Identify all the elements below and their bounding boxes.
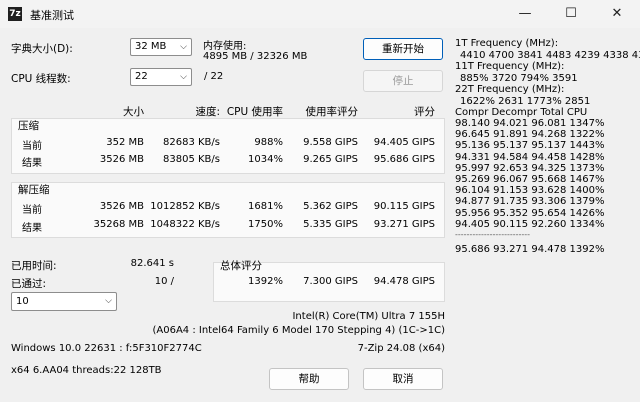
chevron-down-icon: ⌵	[180, 72, 187, 82]
results-table-header: Compr Decompr Total CPU	[455, 107, 588, 118]
decompress-current-speed: 1012852 KB/s	[150, 201, 220, 212]
compress-current-label: 当前	[22, 141, 42, 152]
results-table-summary: 95.686 93.271 94.478 1392%	[455, 244, 605, 255]
table-row: 98.140 94.021 96.081 1347%	[455, 118, 605, 129]
total-cpu: 1392%	[248, 276, 283, 287]
decompress-result-size: 35268 MB	[93, 219, 144, 230]
chevron-down-icon: ⌵	[105, 296, 112, 306]
compress-current-rating: 94.405 GIPS	[373, 137, 435, 148]
elapsed-value: 82.641 s	[130, 258, 174, 269]
total-rating-title: 总体评分	[220, 260, 262, 272]
freq-22t-label: 22T Frequency (MHz):	[455, 84, 565, 95]
total-rating: 94.478 GIPS	[373, 276, 435, 287]
table-row: 94.405 90.115 92.260 1334%	[455, 218, 605, 230]
header-usage-rating: 使用率评分	[305, 106, 359, 118]
freq-11t-label: 11T Frequency (MHz):	[455, 61, 565, 72]
passed-label: 已通过:	[11, 278, 47, 290]
dict-size-value: 32 MB	[135, 41, 167, 52]
dict-size-label: 字典大小(D):	[11, 43, 73, 55]
app-version: 7-Zip 24.08 (x64)	[357, 343, 445, 354]
table-row: 95.997 92.653 94.325 1373%	[455, 162, 605, 174]
cpu-threads-label: CPU 线程数:	[11, 73, 71, 85]
header-rating: 评分	[414, 106, 435, 118]
compress-current-size: 352 MB	[106, 137, 144, 148]
compress-result-size: 3526 MB	[99, 154, 144, 165]
chevron-down-icon: ⌵	[180, 42, 187, 52]
compress-result-speed: 83805 KB/s	[163, 154, 220, 165]
cpu-threads-select[interactable]: 22 ⌵	[130, 68, 192, 86]
compress-current-cpu: 988%	[254, 137, 283, 148]
table-row: 94.877 91.735 93.306 1379%	[455, 196, 605, 208]
maximize-button[interactable]: ☐	[548, 0, 594, 28]
cancel-button[interactable]: 取消	[363, 368, 443, 390]
header-speed: 速度:	[195, 106, 220, 118]
os-info: Windows 10.0 22631 : f:5F310F2774C	[11, 343, 202, 354]
decompress-current-label: 当前	[22, 205, 42, 216]
freq-22t-values: 1622% 2631 1773% 2851	[460, 96, 591, 107]
compress-result-cpu: 1034%	[248, 154, 283, 165]
header-cpu-usage: CPU 使用率	[226, 106, 283, 118]
total-per: 7.300 GIPS	[303, 276, 358, 287]
compress-current-speed: 82683 KB/s	[163, 137, 220, 148]
help-button[interactable]: 帮助	[269, 368, 349, 390]
compress-result-per: 9.265 GIPS	[303, 154, 358, 165]
compress-result-rating: 95.686 GIPS	[373, 154, 435, 165]
memory-value: 4895 MB / 32326 MB	[203, 51, 308, 62]
table-row: 96.104 91.153 93.628 1400%	[455, 185, 605, 197]
table-row: 95.269 96.067 95.668 1467%	[455, 174, 605, 185]
window-title: 基准测试	[30, 9, 74, 22]
passed-value: 10 /	[154, 276, 174, 287]
close-button[interactable]: ✕	[594, 0, 640, 28]
table-row: 96.645 91.891 94.268 1322%	[455, 129, 605, 141]
header-size: 大小	[123, 106, 144, 118]
table-row: 95.136 95.137 95.137 1443%	[455, 140, 605, 152]
minimize-button[interactable]: —	[502, 0, 548, 28]
stop-button[interactable]: 停止	[363, 70, 443, 92]
decompress-current-per: 5.362 GIPS	[303, 201, 358, 212]
title-bar: 7z 基准测试 — ☐ ✕	[0, 0, 640, 28]
freq-1t-values: 4410 4700 3841 4483 4239 4338 4376	[460, 50, 640, 61]
compress-result-label: 结果	[22, 158, 42, 169]
elapsed-label: 已用时间:	[11, 260, 57, 272]
decompress-result-rating: 93.271 GIPS	[373, 219, 435, 230]
restart-button[interactable]: 重新开始	[363, 38, 443, 60]
decompress-result-per: 5.335 GIPS	[303, 219, 358, 230]
freq-11t-values: 885% 3720 794% 3591	[460, 73, 578, 84]
passes-select[interactable]: 10 ⌵	[11, 292, 117, 311]
decompress-result-speed: 1048322 KB/s	[150, 219, 220, 230]
table-row: 95.956 95.352 95.654 1426%	[455, 207, 605, 219]
table-row: 94.331 94.584 94.458 1428%	[455, 151, 605, 163]
threads-total: / 22	[204, 71, 224, 82]
decompress-current-cpu: 1681%	[248, 201, 283, 212]
compress-current-per: 9.558 GIPS	[303, 137, 358, 148]
decompress-current-rating: 90.115 GIPS	[373, 201, 435, 212]
passes-select-value: 10	[16, 296, 29, 307]
dict-size-select[interactable]: 32 MB ⌵	[130, 38, 192, 56]
compress-title: 压缩	[18, 120, 39, 132]
cpu-threads-value: 22	[135, 71, 148, 82]
app-icon: 7z	[8, 7, 22, 21]
decompress-result-cpu: 1750%	[248, 219, 283, 230]
cpu-model: Intel(R) Core(TM) Ultra 7 155H	[292, 311, 445, 322]
decompress-title: 解压缩	[18, 184, 50, 196]
cpu-family: (A06A4 : Intel64 Family 6 Model 170 Step…	[152, 325, 446, 336]
arch-info: x64 6.AA04 threads:22 128TB	[11, 365, 162, 376]
freq-1t-label: 1T Frequency (MHz):	[455, 38, 559, 49]
memory-label: 内存使用:	[203, 41, 247, 52]
decompress-current-size: 3526 MB	[99, 201, 144, 212]
results-table-separator: --------------------------	[455, 230, 531, 239]
decompress-result-label: 结果	[22, 223, 42, 234]
